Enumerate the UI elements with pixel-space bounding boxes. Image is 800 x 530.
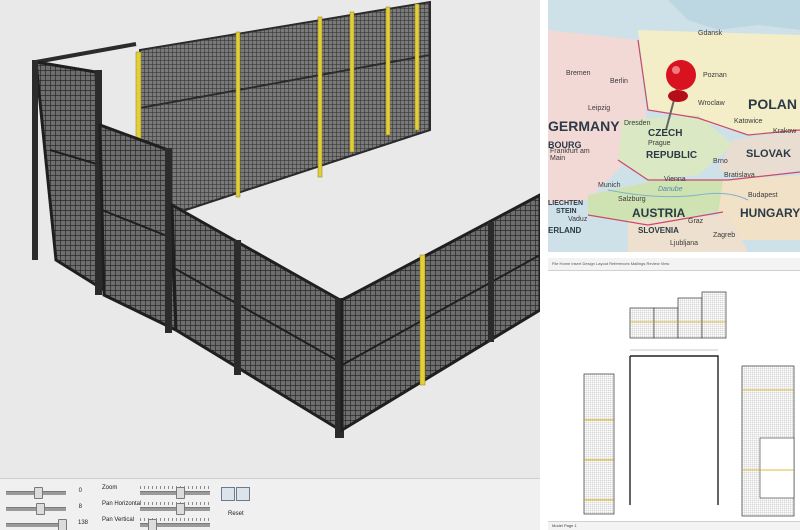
city-label: Budapest bbox=[748, 192, 778, 199]
city-label: Vienna bbox=[664, 176, 686, 183]
city-label: Berlin bbox=[610, 78, 628, 85]
pan-horizontal-slider[interactable] bbox=[140, 507, 210, 511]
pan-horizontal-slider-thumb[interactable] bbox=[176, 503, 185, 515]
export-image-icon[interactable] bbox=[236, 487, 250, 501]
viewer-control-panel: 0 8 138 Zoom Pan Horizontal Pan Vertical… bbox=[0, 478, 540, 530]
city-label: Ljubljana bbox=[670, 240, 699, 247]
city-label: Bremen bbox=[566, 70, 591, 77]
slider-thumb[interactable] bbox=[34, 487, 43, 499]
ribbon-text: File Home Insert Design Layout Reference… bbox=[552, 261, 670, 266]
city-label: Frankfurt am Main bbox=[550, 148, 590, 162]
city-label: Leipzig bbox=[588, 105, 611, 112]
cad-drawing-screenshot: File Home Insert Design Layout Reference… bbox=[548, 258, 800, 530]
city-label: Bratislava bbox=[724, 172, 755, 179]
city-label: Vaduz bbox=[568, 216, 588, 223]
pan-horizontal-label: Pan Horizontal bbox=[102, 501, 142, 507]
zoom-label: Zoom bbox=[102, 485, 118, 491]
river-label: Danube bbox=[658, 186, 683, 193]
city-label: Graz bbox=[688, 218, 704, 225]
country-label: POLAN bbox=[748, 96, 797, 112]
country-label: CZECH bbox=[648, 128, 683, 139]
country-label: HUNGARY bbox=[740, 206, 800, 220]
zoom-slider[interactable] bbox=[140, 491, 210, 495]
city-label: Krakow bbox=[773, 128, 797, 135]
city-label: Gdansk bbox=[698, 30, 723, 37]
city-label: Poznan bbox=[703, 72, 727, 79]
pan-vertical-slider-thumb[interactable] bbox=[148, 519, 157, 530]
city-label: Brno bbox=[713, 158, 728, 165]
city-label: Katowice bbox=[734, 118, 763, 125]
3d-fence-viewer[interactable]: 0 8 138 Zoom Pan Horizontal Pan Vertical… bbox=[0, 0, 540, 530]
country-label: STEIN bbox=[556, 208, 577, 215]
fence-panel-right bbox=[340, 193, 540, 433]
city-label: Dresden bbox=[624, 120, 651, 127]
fence-panel-left-door bbox=[34, 60, 106, 293]
fence-plan-drawing bbox=[583, 291, 795, 517]
city-label: Zagreb bbox=[713, 232, 736, 239]
fence-panel-mid-left bbox=[98, 122, 178, 333]
city-label: Wroclaw bbox=[698, 100, 725, 107]
country-label: REPUBLIC bbox=[646, 150, 698, 161]
country-label: SLOVAK bbox=[746, 148, 792, 160]
city-label: Munich bbox=[598, 182, 621, 189]
fence-3d-model[interactable] bbox=[0, 0, 540, 478]
pan-vertical-label: Pan Vertical bbox=[102, 517, 135, 523]
slider-thumb[interactable] bbox=[58, 519, 67, 530]
pan-horizontal-value: 8 bbox=[78, 504, 82, 510]
country-label: ERLAND bbox=[548, 226, 582, 235]
slider-track[interactable] bbox=[6, 523, 66, 527]
zoom-slider-thumb[interactable] bbox=[176, 487, 185, 499]
print-icon[interactable] bbox=[221, 487, 235, 501]
slider-thumb[interactable] bbox=[36, 503, 45, 515]
status-text: Model Page 1 bbox=[552, 523, 577, 528]
fence-panel-front bbox=[170, 202, 342, 433]
map-image-central-europe: POLAN GERMANY CZECH REPUBLIC SLOVAK AUST… bbox=[548, 0, 800, 252]
country-label: LIECHTEN bbox=[548, 200, 583, 207]
country-label: AUSTRIA bbox=[632, 206, 686, 220]
reset-button[interactable]: Reset bbox=[228, 511, 244, 517]
country-label: GERMANY bbox=[548, 118, 620, 134]
pan-vertical-value: 138 bbox=[77, 520, 88, 526]
city-label: Prague bbox=[648, 140, 671, 147]
country-label: BOURG bbox=[548, 140, 582, 150]
country-label: SLOVENIA bbox=[638, 226, 679, 235]
cad-status-bar: Model Page 1 bbox=[548, 521, 800, 530]
city-label: Salzburg bbox=[618, 196, 646, 203]
zoom-value: 0 bbox=[78, 488, 82, 494]
